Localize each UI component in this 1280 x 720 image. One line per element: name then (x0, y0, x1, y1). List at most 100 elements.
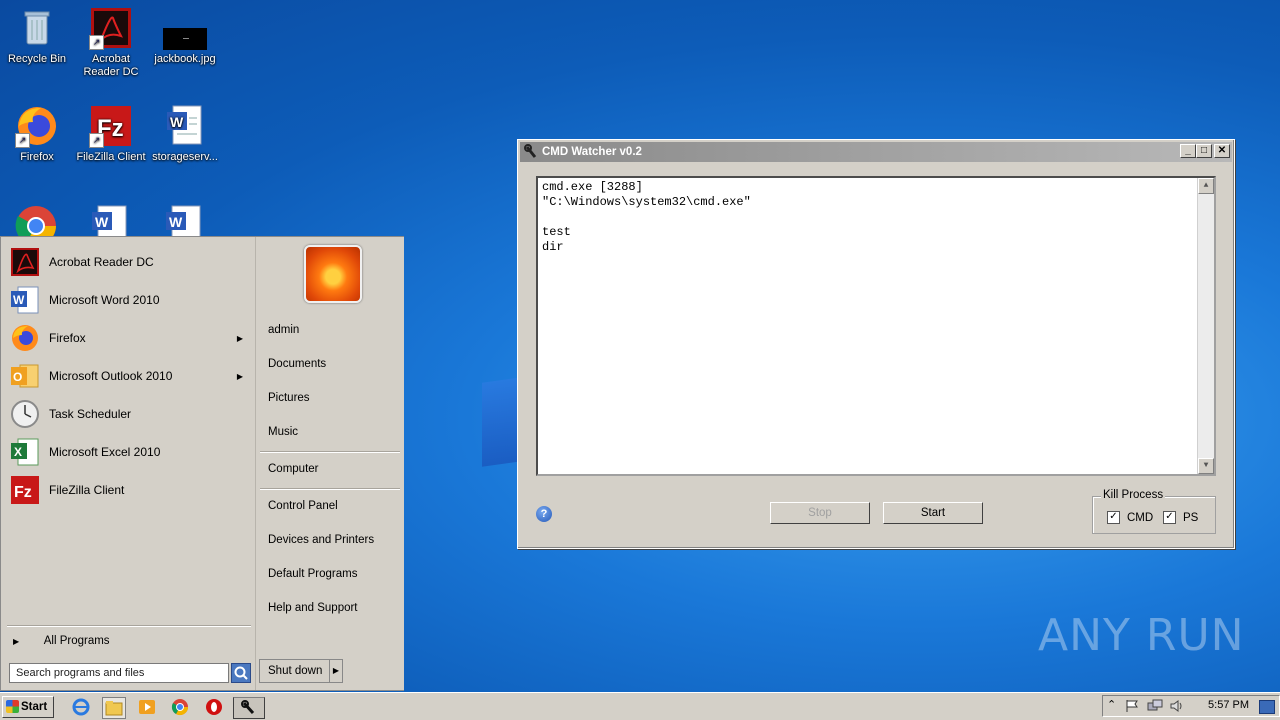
help-icon[interactable]: ? (536, 506, 552, 522)
desktop-icon-firefox[interactable]: ↗ Firefox (0, 104, 74, 164)
volume-icon[interactable] (1169, 699, 1185, 716)
user-avatar[interactable] (304, 245, 362, 303)
desktop-icon-label: Acrobat Reader DC (83, 53, 139, 78)
ie-icon[interactable] (70, 697, 92, 717)
flag-icon[interactable] (1125, 699, 1139, 716)
separator (260, 451, 400, 453)
windows-flag-icon (6, 700, 19, 713)
output-line: cmd.exe [3288] (542, 180, 643, 194)
output-textarea[interactable]: cmd.exe [3288] "C:\Windows\system32\cmd.… (536, 176, 1216, 476)
scroll-down-icon[interactable]: ▼ (1198, 458, 1214, 474)
explorer-icon[interactable] (102, 697, 126, 719)
word-doc-icon[interactable]: W (88, 204, 132, 236)
desktop-icon-label: jackbook.jpg (154, 53, 216, 65)
output-line: "C:\Windows\system32\cmd.exe" (542, 195, 751, 209)
desktop-icon-label: storageserv... (152, 151, 218, 163)
show-hidden-icons-icon[interactable]: ⌃ (1107, 698, 1116, 711)
start-right-documents[interactable]: Documents (268, 358, 326, 378)
svg-text:O: O (13, 370, 22, 384)
program-label: Microsoft Excel 2010 (49, 445, 161, 459)
maximize-button[interactable]: □ (1196, 144, 1212, 158)
program-filezilla[interactable]: Fz FileZilla Client (9, 473, 249, 507)
expand-arrow-icon: ▶ (13, 637, 20, 646)
start-right-pictures[interactable]: Pictures (268, 392, 310, 412)
windows-logo-graphic (482, 377, 522, 467)
show-desktop-icon[interactable] (1259, 700, 1275, 714)
firefox-icon (9, 322, 41, 354)
all-programs-item[interactable]: ▶ All Programs (13, 635, 110, 647)
svg-text:X: X (14, 445, 22, 459)
vertical-scrollbar[interactable]: ▲ ▼ (1197, 178, 1214, 474)
desktop-icon-label: Firefox (20, 151, 54, 163)
kill-ps-checkbox[interactable]: ✓ PS (1163, 511, 1198, 524)
svg-text:W: W (169, 214, 183, 230)
cmd-watcher-taskbar-icon[interactable] (233, 697, 265, 719)
filezilla-icon: Fz ↗ (89, 104, 133, 148)
shutdown-button[interactable]: Shut down ▶ (259, 659, 343, 683)
window-title: CMD Watcher v0.2 (542, 146, 642, 158)
filezilla-icon: Fz (9, 474, 41, 506)
desktop-icon-label: Recycle Bin (7, 53, 67, 65)
kill-cmd-checkbox[interactable]: ✓ CMD (1107, 511, 1153, 524)
submenu-arrow-icon: ▶ (236, 371, 243, 381)
taskbar: Start ⌃ 5:57 PM (0, 692, 1280, 720)
program-task-scheduler[interactable]: Task Scheduler (9, 397, 249, 431)
scroll-up-icon[interactable]: ▲ (1198, 178, 1214, 194)
program-label: Microsoft Outlook 2010 (49, 369, 173, 383)
close-button[interactable]: ✕ (1214, 144, 1230, 158)
desktop-icon-jackbook[interactable]: jackbook.jpg (148, 6, 222, 66)
media-player-icon[interactable] (136, 697, 158, 717)
desktop-icon-storageserv[interactable]: W storageserv... (148, 104, 222, 164)
recycle-bin-icon (15, 6, 59, 50)
acrobat-icon: ↗ (89, 6, 133, 50)
cmd-watcher-window: CMD Watcher v0.2 _ □ ✕ cmd.exe [3288] "C… (517, 139, 1235, 549)
checkbox-checked-icon: ✓ (1163, 511, 1176, 524)
program-word[interactable]: W Microsoft Word 2010 (9, 283, 249, 317)
desktop-icon-recycle-bin[interactable]: Recycle Bin (0, 6, 74, 66)
acrobat-icon (9, 246, 41, 278)
image-file-icon (163, 6, 209, 50)
start-label: Start (21, 701, 48, 713)
start-right-music[interactable]: Music (268, 426, 298, 446)
svg-text:W: W (13, 293, 25, 307)
program-label: FileZilla Client (49, 483, 125, 497)
word-icon: W (9, 284, 41, 316)
start-right-control-panel[interactable]: Control Panel (268, 500, 338, 520)
desktop-icon-filezilla[interactable]: Fz ↗ FileZilla Client (74, 104, 148, 164)
system-tray: ⌃ 5:57 PM (1102, 695, 1280, 717)
shutdown-options-arrow-icon[interactable]: ▶ (329, 660, 342, 682)
start-button[interactable]: Start (2, 696, 54, 718)
word-doc-icon: W (163, 104, 207, 148)
start-button[interactable]: Start (883, 502, 983, 524)
separator (7, 625, 251, 627)
program-firefox[interactable]: Firefox ▶ (9, 321, 249, 355)
search-input[interactable]: Search programs and files (9, 663, 229, 683)
chrome-icon[interactable] (169, 697, 191, 717)
network-icon[interactable] (1147, 699, 1163, 716)
start-right-admin[interactable]: admin (268, 324, 299, 344)
firefox-icon: ↗ (15, 104, 59, 148)
window-titlebar[interactable]: CMD Watcher v0.2 _ □ ✕ (520, 142, 1232, 162)
search-button[interactable] (231, 663, 251, 683)
program-label: Acrobat Reader DC (49, 255, 154, 269)
minimize-button[interactable]: _ (1180, 144, 1196, 158)
clock-icon (9, 398, 41, 430)
chrome-icon[interactable] (14, 204, 58, 236)
start-right-default-programs[interactable]: Default Programs (268, 568, 357, 588)
opera-icon[interactable] (203, 697, 225, 717)
kill-ps-label: PS (1183, 511, 1199, 524)
start-right-help-support[interactable]: Help and Support (268, 602, 358, 622)
program-label: Firefox (49, 331, 86, 345)
word-doc-icon[interactable]: W (162, 204, 206, 236)
program-excel[interactable]: X Microsoft Excel 2010 (9, 435, 249, 469)
start-menu-programs: Acrobat Reader DC W Microsoft Word 2010 … (3, 239, 253, 687)
start-right-computer[interactable]: Computer (268, 463, 319, 483)
submenu-arrow-icon: ▶ (236, 333, 243, 343)
output-line: dir (542, 240, 564, 254)
program-outlook[interactable]: O Microsoft Outlook 2010 ▶ (9, 359, 249, 393)
stop-button[interactable]: Stop (770, 502, 870, 524)
clock[interactable]: 5:57 PM (1208, 699, 1249, 711)
program-acrobat[interactable]: Acrobat Reader DC (9, 245, 249, 279)
start-right-devices-printers[interactable]: Devices and Printers (268, 534, 374, 554)
desktop-icon-acrobat[interactable]: ↗ Acrobat Reader DC (74, 6, 148, 79)
